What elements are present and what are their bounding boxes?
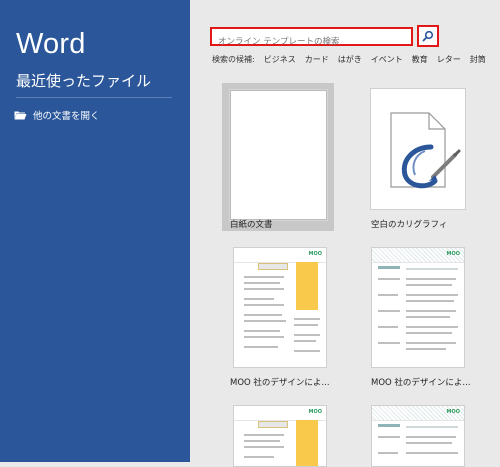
text-line — [378, 310, 400, 312]
text-line — [406, 300, 454, 302]
search-box[interactable] — [210, 27, 413, 50]
text-line — [406, 348, 446, 350]
text-line — [378, 342, 400, 344]
main-panel: 検索の候補: ビジネス カード はがき イベント 教育 レター 封筒 白紙の文書 — [190, 0, 500, 467]
moo-logo: MOO — [446, 251, 460, 257]
text-line — [294, 350, 320, 352]
text-line — [378, 452, 398, 454]
moo-template-thumbnail[interactable]: MOO — [371, 405, 465, 467]
text-line — [244, 330, 280, 332]
open-other-label: 他の文書を開く — [33, 111, 100, 122]
moo-template-thumbnail[interactable]: MOO — [233, 405, 327, 467]
text-line — [244, 456, 274, 458]
text-line — [244, 346, 278, 348]
search-input[interactable] — [212, 34, 411, 50]
text-line — [244, 320, 286, 322]
moo-template-thumbnail[interactable]: MOO — [371, 247, 465, 368]
text-line — [244, 304, 284, 306]
search-icon — [422, 27, 434, 46]
suggestion-envelope[interactable]: 封筒 — [470, 54, 486, 65]
text-line — [244, 440, 280, 442]
suggestion-letter[interactable]: レター — [437, 54, 461, 65]
text-line — [244, 282, 280, 284]
thumbnail-yellow-block — [296, 420, 318, 466]
text-line — [406, 332, 452, 334]
text-line — [244, 336, 284, 338]
text-line — [378, 436, 400, 438]
suggestions-label: 検索の候補: — [212, 55, 255, 64]
text-line — [378, 294, 398, 296]
text-line — [406, 452, 458, 454]
open-other-documents-button[interactable]: 他の文書を開く — [14, 106, 100, 124]
sidebar-divider — [16, 97, 172, 98]
thumbnail-yellow-block — [296, 262, 318, 310]
text-line — [244, 298, 274, 300]
text-line — [294, 340, 316, 342]
text-line — [244, 314, 282, 316]
suggestion-postcard[interactable]: はがき — [338, 54, 362, 65]
text-line — [406, 426, 458, 428]
text-line — [406, 268, 458, 270]
folder-icon — [14, 110, 27, 120]
template-label: MOO 社のデザインによ... — [371, 378, 471, 388]
text-line — [244, 434, 284, 436]
calligraphy-thumbnail[interactable] — [370, 88, 466, 210]
search-button[interactable] — [417, 25, 439, 47]
suggestion-education[interactable]: 教育 — [412, 54, 428, 65]
text-line — [406, 278, 456, 280]
text-line — [406, 342, 456, 344]
template-label: 白紙の文書 — [230, 220, 273, 230]
text-line — [406, 436, 456, 438]
app-title: Word — [16, 28, 86, 60]
suggestion-event[interactable]: イベント — [371, 54, 403, 65]
text-line — [378, 326, 398, 328]
recent-files-heading[interactable]: 最近使ったファイル — [16, 70, 151, 91]
text-line — [294, 334, 320, 336]
blank-document-thumbnail[interactable] — [230, 90, 327, 220]
suggestion-card[interactable]: カード — [305, 54, 329, 65]
search-suggestions: 検索の候補: ビジネス カード はがき イベント 教育 レター 封筒 — [212, 54, 486, 65]
text-line — [294, 324, 318, 326]
text-line — [294, 318, 320, 320]
template-label: MOO 社のデザインによ... — [230, 378, 330, 388]
text-line — [406, 316, 450, 318]
suggestion-business[interactable]: ビジネス — [264, 54, 296, 65]
template-label: 空白のカリグラフィ — [371, 220, 448, 230]
text-line — [378, 266, 400, 269]
text-line — [244, 276, 284, 278]
text-line — [378, 424, 400, 427]
thumbnail-title-box — [258, 421, 288, 428]
text-line — [406, 326, 458, 328]
thumbnail-title-box — [258, 263, 288, 270]
moo-logo: MOO — [446, 409, 460, 415]
text-line — [406, 310, 456, 312]
text-line — [406, 284, 452, 286]
moo-logo: MOO — [308, 409, 322, 415]
text-line — [406, 294, 458, 296]
moo-logo: MOO — [308, 251, 322, 257]
text-line — [244, 288, 284, 290]
text-line — [378, 278, 400, 280]
text-line — [406, 442, 452, 444]
sidebar: Word 最近使ったファイル 他の文書を開く — [0, 0, 190, 462]
moo-template-thumbnail[interactable]: MOO — [233, 247, 327, 368]
text-line — [244, 446, 284, 448]
